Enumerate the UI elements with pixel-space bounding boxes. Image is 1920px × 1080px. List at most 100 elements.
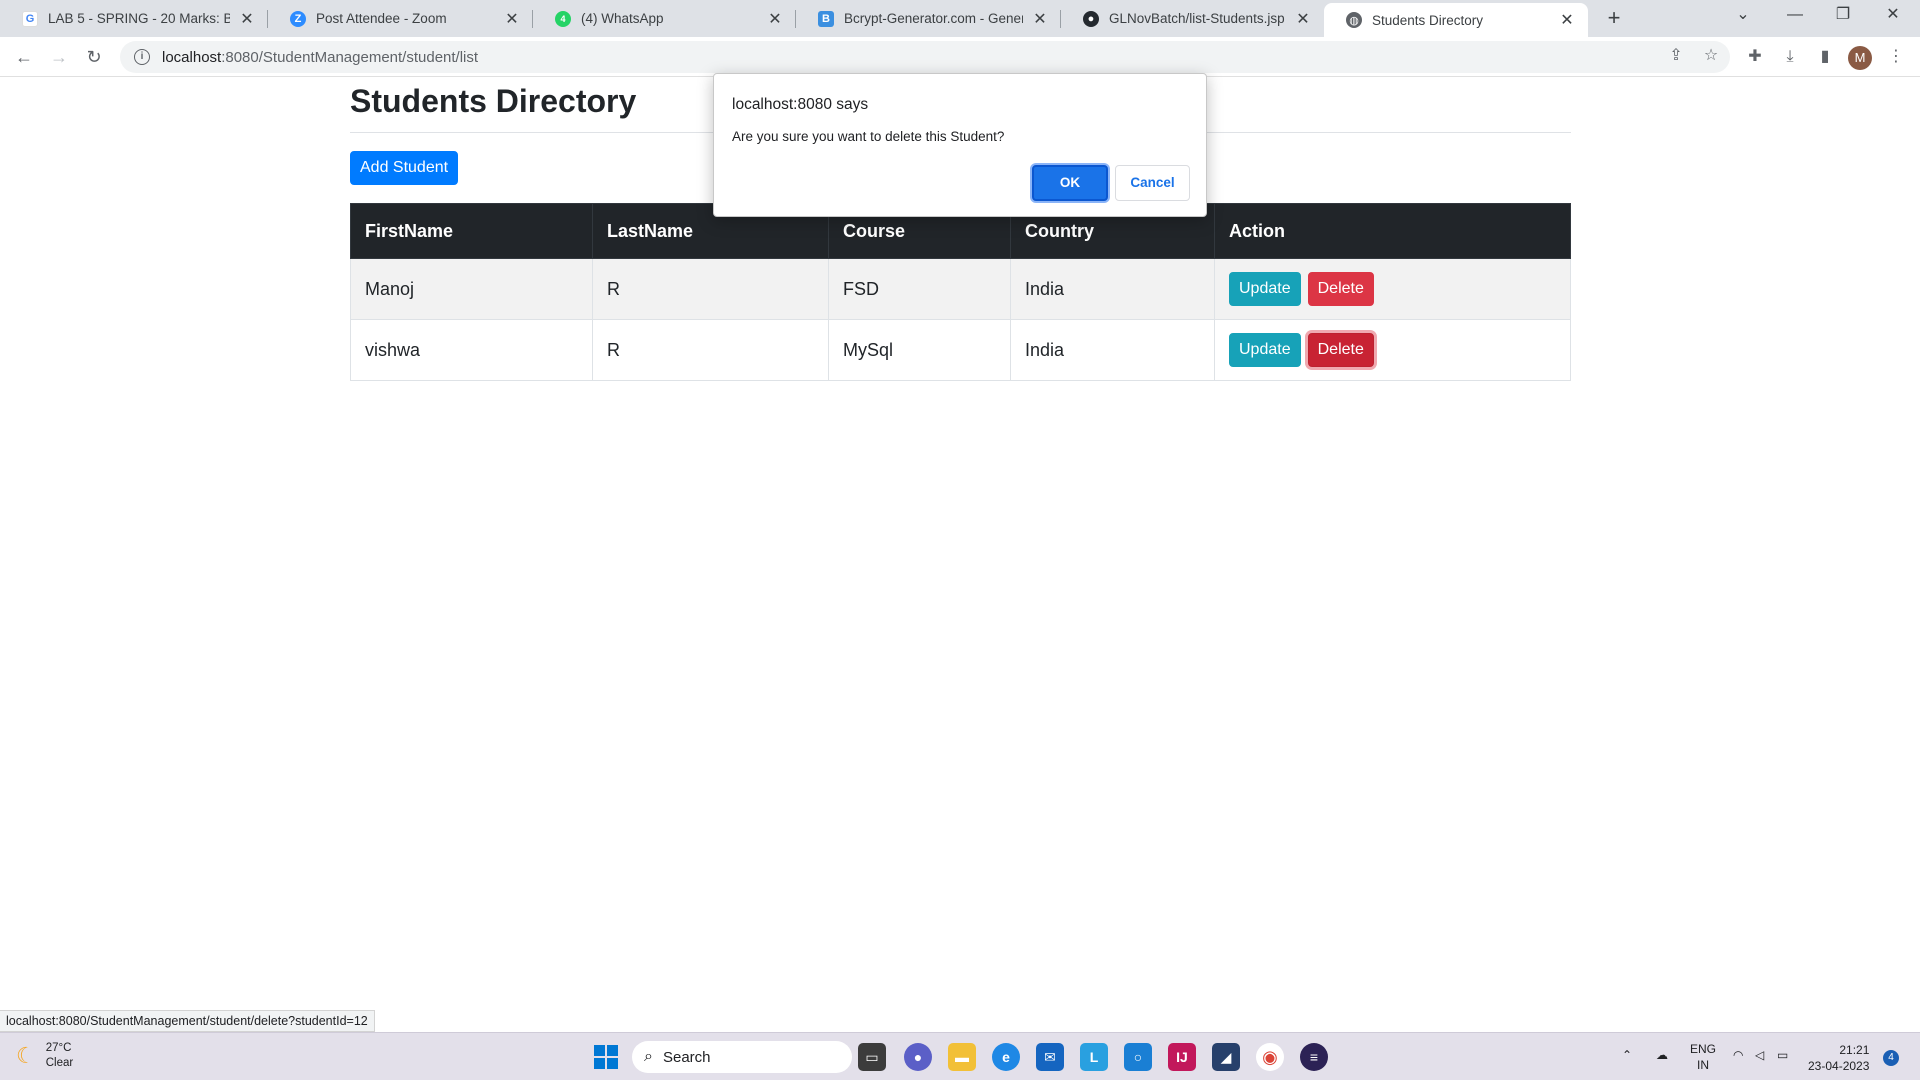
start-button[interactable]: [592, 1043, 620, 1071]
tab-strip: G LAB 5 - SPRING - 20 Marks: Back ✕ Z Po…: [0, 0, 1920, 37]
cell-country: India: [1010, 258, 1215, 320]
cell-course: MySql: [828, 319, 1011, 381]
whatsapp-icon: 4: [555, 10, 571, 27]
reload-icon[interactable]: ↻: [82, 45, 106, 69]
zoom-icon: Z: [290, 10, 306, 27]
window-close-icon[interactable]: ✕: [1870, 0, 1916, 32]
temperature: 27°C: [45, 1042, 72, 1054]
mysql-workbench-icon[interactable]: ◢: [1212, 1043, 1240, 1071]
cancel-button[interactable]: Cancel: [1115, 165, 1190, 201]
table-row: vishwa R MySql India Update Delete: [350, 319, 1571, 381]
cell-firstname: vishwa: [350, 319, 593, 381]
update-button[interactable]: Update: [1229, 333, 1301, 367]
close-icon[interactable]: ✕: [238, 9, 256, 29]
extensions-puzzle-icon[interactable]: ✚: [1743, 45, 1767, 69]
students-table: FirstName LastName Course Country Action…: [350, 203, 1571, 381]
tab-zoom[interactable]: Z Post Attendee - Zoom ✕: [268, 0, 533, 37]
tab-lab5[interactable]: G LAB 5 - SPRING - 20 Marks: Back ✕: [0, 0, 268, 37]
tab-title: GLNovBatch/list-Students.jsp at: [1109, 11, 1286, 26]
url-host: localhost: [162, 48, 222, 66]
file-explorer-icon[interactable]: ▬: [948, 1043, 976, 1071]
mail-icon[interactable]: ✉: [1036, 1043, 1064, 1071]
region-code: IN: [1697, 1058, 1709, 1072]
address-bar[interactable]: i localhost:8080/StudentManagement/stude…: [120, 41, 1730, 73]
ok-button[interactable]: OK: [1032, 165, 1108, 201]
column-header-firstname: FirstName: [350, 203, 593, 259]
dialog-message: Are you sure you want to delete this Stu…: [732, 129, 1005, 144]
link-status-bar: localhost:8080/StudentManagement/student…: [0, 1010, 375, 1032]
onedrive-cloud-icon[interactable]: ☁: [1656, 1047, 1668, 1063]
add-student-button[interactable]: Add Student: [350, 151, 459, 185]
delete-button[interactable]: Delete: [1307, 272, 1374, 306]
cell-course: FSD: [828, 258, 1011, 320]
tab-title: Post Attendee - Zoom: [316, 11, 447, 26]
cell-action: Update Delete: [1214, 319, 1571, 381]
tab-github[interactable]: ● GLNovBatch/list-Students.jsp at ✕: [1061, 0, 1324, 37]
share-icon[interactable]: ⇪: [1665, 45, 1687, 67]
download-icon[interactable]: ⤓: [1778, 45, 1802, 69]
browser-toolbar: ← → ↻ i localhost:8080/StudentManagement…: [0, 37, 1920, 77]
time: 21:21: [1839, 1043, 1870, 1057]
teams-chat-icon[interactable]: ●: [904, 1043, 932, 1071]
cell-lastname: R: [592, 319, 829, 381]
moon-icon: ☾: [16, 1043, 36, 1068]
battery-icon[interactable]: ▭: [1777, 1047, 1788, 1063]
taskbar-search[interactable]: ⌕ Search: [632, 1041, 852, 1073]
close-icon[interactable]: ✕: [1294, 9, 1312, 29]
back-arrow-icon[interactable]: ←: [12, 45, 36, 69]
eclipse-icon[interactable]: ≡: [1300, 1043, 1328, 1071]
launcher-l-icon[interactable]: L: [1080, 1043, 1108, 1071]
weather-condition: Clear: [45, 1057, 74, 1069]
site-info-icon[interactable]: i: [134, 49, 150, 65]
side-panel-icon[interactable]: ▮: [1813, 45, 1837, 69]
delete-button[interactable]: Delete: [1307, 333, 1374, 367]
wifi-icon[interactable]: ◠: [1733, 1047, 1743, 1063]
globe-icon: ◍: [1346, 12, 1362, 28]
github-icon: ●: [1083, 10, 1099, 27]
cell-firstname: Manoj: [350, 258, 593, 320]
clock[interactable]: 21:21 23-04-2023: [1808, 1042, 1869, 1074]
search-label: Search: [662, 1048, 711, 1066]
language-code: ENG: [1690, 1042, 1717, 1056]
task-view-icon[interactable]: ▭: [858, 1043, 886, 1071]
date: 23-04-2023: [1808, 1059, 1870, 1073]
update-button[interactable]: Update: [1229, 272, 1301, 306]
url-path: :8080/StudentManagement/student/list: [221, 48, 479, 66]
close-icon[interactable]: ✕: [766, 9, 784, 29]
language-indicator[interactable]: ENG IN: [1690, 1041, 1716, 1073]
tab-search-chevron-icon[interactable]: ⌄: [1720, 0, 1766, 32]
profile-avatar[interactable]: M: [1848, 46, 1872, 70]
close-icon[interactable]: ✕: [503, 9, 521, 29]
restore-icon[interactable]: ❐: [1820, 0, 1866, 32]
chrome-icon[interactable]: ◉: [1256, 1043, 1284, 1071]
dialog-title: localhost:8080 says: [732, 96, 869, 113]
cell-action: Update Delete: [1214, 258, 1571, 320]
notification-badge[interactable]: 4: [1883, 1050, 1899, 1066]
edge-icon[interactable]: e: [992, 1043, 1020, 1071]
tab-title: Students Directory: [1372, 12, 1484, 28]
bcrypt-icon: B: [818, 10, 834, 27]
show-hidden-icons-chevron-icon[interactable]: ⌃: [1622, 1047, 1632, 1063]
cell-country: India: [1010, 319, 1215, 381]
google-icon: G: [22, 10, 38, 27]
forward-arrow-icon[interactable]: →: [47, 45, 71, 69]
bookmark-star-icon[interactable]: ☆: [1700, 45, 1722, 67]
close-icon[interactable]: ✕: [1031, 9, 1049, 29]
tab-title: (4) WhatsApp: [581, 11, 664, 26]
tab-bcrypt[interactable]: B Bcrypt-Generator.com - Generat ✕: [796, 0, 1061, 37]
tab-title: LAB 5 - SPRING - 20 Marks: Back: [48, 11, 230, 26]
new-tab-button[interactable]: +: [1600, 5, 1628, 33]
tab-whatsapp[interactable]: 4 (4) WhatsApp ✕: [533, 0, 796, 37]
close-icon[interactable]: ✕: [1558, 10, 1576, 30]
weather-widget[interactable]: ☾ 27°C Clear: [16, 1041, 73, 1071]
tab-students-directory[interactable]: ◍ Students Directory ✕: [1324, 3, 1588, 37]
minimize-icon[interactable]: —: [1772, 0, 1818, 32]
volume-icon[interactable]: ◁: [1755, 1047, 1764, 1063]
intellij-icon[interactable]: IJ: [1168, 1043, 1196, 1071]
column-header-action: Action: [1214, 203, 1571, 259]
kebab-menu-icon[interactable]: ⋮: [1884, 45, 1908, 69]
cortana-icon[interactable]: ○: [1124, 1043, 1152, 1071]
tab-title: Bcrypt-Generator.com - Generat: [844, 11, 1023, 26]
confirm-dialog: localhost:8080 says Are you sure you wan…: [713, 73, 1207, 217]
table-row: Manoj R FSD India Update Delete: [350, 258, 1571, 320]
